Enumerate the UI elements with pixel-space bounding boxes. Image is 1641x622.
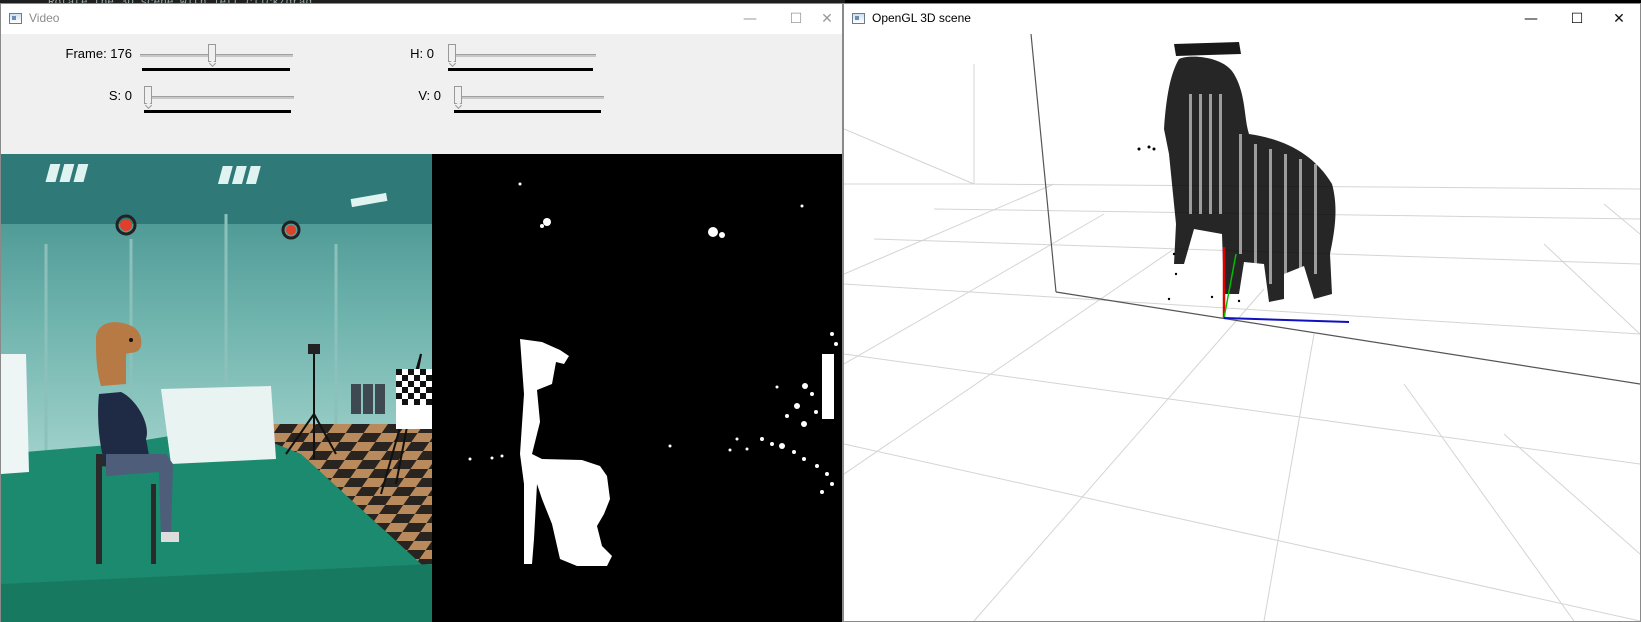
trackbar-frame-label: Frame: 176 bbox=[65, 46, 132, 61]
trackbar-s-thumb[interactable] bbox=[144, 86, 152, 104]
video-titlebar[interactable]: Video — ☐ ✕ bbox=[1, 4, 842, 34]
foreground-mask-illustration bbox=[468, 182, 838, 566]
video-window-title: Video bbox=[29, 11, 60, 25]
camera-scene-illustration bbox=[1, 154, 432, 622]
foreground-mask-frame bbox=[432, 154, 842, 622]
trackbar-s-track bbox=[144, 96, 294, 99]
opengl-titlebar[interactable]: OpenGL 3D scene — ☐ ✕ bbox=[844, 4, 1640, 34]
window-app-icon bbox=[9, 13, 22, 24]
trackbar-s-label: S: 0 bbox=[108, 88, 132, 103]
video-window: Video — ☐ ✕ Frame: 176 H: 0 S: 0 V: 0 bbox=[0, 3, 843, 622]
trackbar-v-track bbox=[454, 96, 604, 99]
trackbar-v-base bbox=[454, 110, 601, 113]
trackbar-v-label: V: 0 bbox=[418, 88, 441, 103]
trackbar-h-label: H: 0 bbox=[410, 46, 434, 61]
opengl-window-title: OpenGL 3D scene bbox=[872, 11, 971, 25]
trackbar-h-base bbox=[448, 68, 593, 71]
maximize-icon[interactable]: ☐ bbox=[1554, 4, 1600, 34]
opengl-3d-viewport[interactable] bbox=[844, 34, 1640, 621]
close-icon[interactable]: ✕ bbox=[1596, 4, 1641, 34]
trackbar-frame-thumb[interactable] bbox=[208, 44, 217, 62]
trackbar-v-thumb[interactable] bbox=[454, 86, 462, 104]
trackbar-s[interactable]: S: 0 bbox=[1, 80, 301, 120]
minimize-icon[interactable]: — bbox=[727, 4, 773, 34]
trackbar-s-base bbox=[144, 110, 291, 113]
close-icon[interactable]: ✕ bbox=[811, 4, 843, 34]
minimize-icon[interactable]: — bbox=[1508, 4, 1554, 34]
trackbar-frame-track bbox=[140, 54, 293, 57]
trackbar-frame-base bbox=[142, 68, 290, 71]
window-app-icon bbox=[852, 13, 865, 24]
trackbar-panel: Frame: 176 H: 0 S: 0 V: 0 bbox=[1, 34, 842, 154]
trackbar-v[interactable]: V: 0 bbox=[301, 80, 621, 120]
opengl-window: OpenGL 3D scene — ☐ ✕ bbox=[843, 3, 1641, 622]
trackbar-frame[interactable]: Frame: 176 bbox=[1, 38, 301, 78]
trackbar-h[interactable]: H: 0 bbox=[301, 38, 621, 78]
camera-color-frame bbox=[1, 154, 432, 622]
trackbar-h-thumb[interactable] bbox=[448, 44, 456, 62]
trackbar-h-track bbox=[448, 54, 596, 57]
point-cloud-scene bbox=[844, 34, 1640, 621]
